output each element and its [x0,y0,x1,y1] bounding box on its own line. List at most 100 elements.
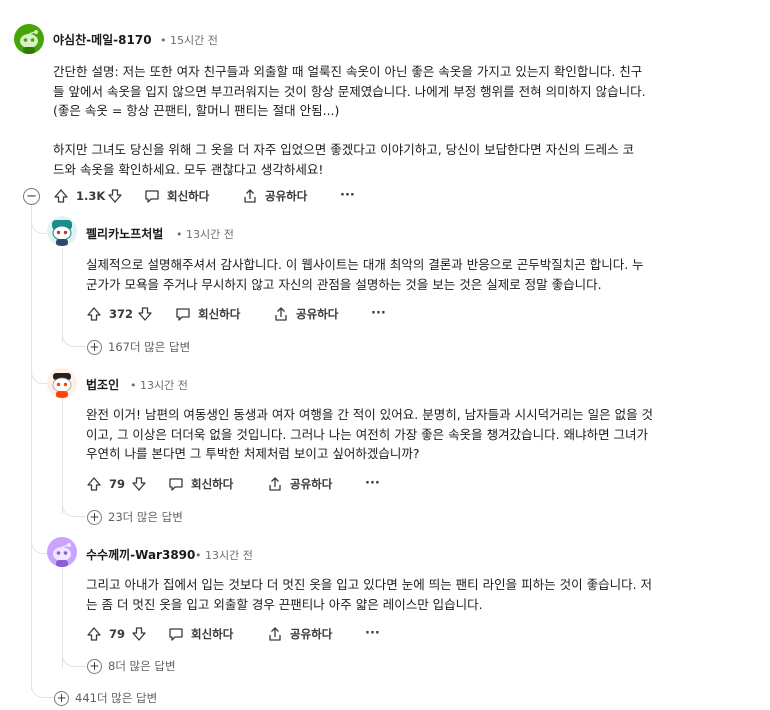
comment-body-line: 실제적으로 설명해주셔서 감사합니다. 이 웹사이트는 대개 최악의 결론과 반… [86,257,644,272]
downvote-button[interactable] [131,626,147,642]
share-label: 공유하다 [265,189,308,203]
comment-timestamp: • 13시간 전 [130,379,188,392]
comment-body: 실제적으로 설명해주셔서 감사합니다. 이 웹사이트는 대개 최악의 결론과 반… [86,255,644,294]
comment-timestamp: • 15시간 전 [160,34,218,47]
comment-username[interactable]: 법조인 [86,376,119,393]
upvote-arrow-icon [87,627,101,641]
comment-username[interactable]: 수수께끼-War3890 [86,546,195,563]
avatar[interactable] [47,368,77,398]
downvote-button[interactable] [137,306,153,322]
comment-body-line: 완전 이거! 남편의 여동생인 동생과 여자 여행을 간 적이 있어요. 분명히… [86,407,654,422]
comment-body-line: (좋은 속옷 = 항상 끈팬티, 할머니 팬티는 절대 안됨...) [53,103,340,118]
upvote-button[interactable] [53,188,69,204]
share-icon [269,627,281,641]
share-icon [269,477,281,491]
more-options-button[interactable]: ··· [340,188,355,203]
expand-icon: + [87,658,102,674]
comment-body-line: 드와 속옷을 확인하세요. 모두 괜찮다고 생각하세요! [53,161,324,177]
reply-button[interactable]: 회신하다 [168,626,233,642]
share-button[interactable]: 공유하다 [267,626,332,642]
collapse-icon: − [26,189,37,204]
vote-count: 79 [109,477,126,491]
reply-label: 회신하다 [198,307,241,321]
comment-body-line [53,121,646,141]
reply-button[interactable]: 회신하다 [144,188,209,204]
comment-timestamp: • 13시간 전 [195,549,253,562]
reply-curve-more-1 [62,320,86,347]
reply-label: 회신하다 [191,477,234,491]
share-button[interactable]: 공유하다 [242,188,307,204]
avatar[interactable] [47,216,77,246]
comment-timestamp: • 13시간 전 [176,228,234,241]
downvote-arrow-icon [138,307,152,321]
collapse-thread-button[interactable]: − [23,188,40,205]
more-replies-label: 8더 많은 답변 [108,659,176,673]
comment-body-line: 간단한 설명: 저는 또한 여자 친구들과 외출할 때 얼룩진 속옷이 아닌 좋… [53,64,643,79]
comment-body: 완전 이거! 남편의 여동생인 동생과 여자 여행을 간 적이 있어요. 분명히… [86,405,653,464]
comment-bubble-icon [169,478,183,491]
comment-bubble-icon [169,628,183,641]
thread-curve-more-replies [31,670,54,698]
thread-line-main [31,205,32,690]
snoo-avatar-icon [53,543,71,567]
comment-body-line: 이고, 그 이상은 더더욱 없을 것입니다. 그러나 나는 여전히 가장 좋은 … [86,426,649,442]
more-replies-link[interactable]: + 8더 많은 답변 [87,658,176,674]
vote-count: 372 [109,307,134,321]
avatar[interactable] [14,24,44,54]
reply-curve-more-2 [62,490,86,517]
comment-body-line: 그리고 아내가 집에서 입는 것보다 더 멋진 옷을 입고 있다면 눈에 띄는 … [86,577,653,592]
comment-body: 그리고 아내가 집에서 입는 것보다 더 멋진 옷을 입고 있다면 눈에 띄는 … [86,575,652,614]
comment-body-line: 하지만 그녀도 당신을 위해 그 옷을 더 자주 입었으면 좋겠다고 이야기하고… [53,142,635,157]
more-replies-label: 23더 많은 답변 [108,510,183,524]
more-options-button[interactable]: ··· [365,626,380,641]
downvote-arrow-icon [132,477,146,491]
downvote-arrow-icon [108,189,122,203]
more-replies-link[interactable]: + 167더 많은 답변 [87,339,190,355]
more-replies-label: 441더 많은 답변 [75,691,158,705]
snoo-avatar-icon [20,30,38,54]
snoo-avatar-icon [52,220,72,246]
share-button[interactable]: 공유하다 [267,476,332,492]
reply-button[interactable]: 회신하다 [168,476,233,492]
snoo-avatar-icon [52,373,72,398]
vote-count: 79 [109,627,126,641]
expand-icon: + [87,339,102,355]
upvote-arrow-icon [87,307,101,321]
upvote-button[interactable] [86,626,102,642]
vote-count: 1.3K [76,189,106,203]
reply-curve-more-3 [62,640,86,667]
comment-username[interactable]: 펠리카노프처벌 [86,225,163,242]
share-label: 공유하다 [290,627,333,641]
more-options-button[interactable]: ··· [371,306,386,321]
avatar[interactable] [47,537,77,567]
reply-label: 회신하다 [191,627,234,641]
share-label: 공유하다 [296,307,339,321]
comment-body-line: 군가가 모욕을 주거나 무시하지 않고 자신의 관점을 설명하는 것을 보는 것… [86,276,602,292]
thread-more-replies-link[interactable]: + 441더 많은 답변 [54,690,157,706]
upvote-button[interactable] [86,476,102,492]
expand-icon: + [54,690,69,706]
share-icon [244,189,256,203]
comment-body-line: 우연히 나를 본다면 그 투박한 처제처럼 보이고 싶어하겠습니까? [86,446,420,461]
share-icon [275,307,287,321]
upvote-arrow-icon [54,189,68,203]
comment-username[interactable]: 야심찬-메일-8170 [53,31,152,48]
thread-curve-reply-2 [31,356,48,384]
expand-icon: + [87,509,102,525]
reply-button[interactable]: 회신하다 [175,306,240,322]
comment-bubble-icon [176,308,190,321]
more-replies-link[interactable]: + 23더 많은 답변 [87,509,183,525]
upvote-button[interactable] [86,306,102,322]
more-options-button[interactable]: ··· [365,476,380,491]
comment-bubble-icon [145,190,159,203]
thread-curve-reply-1 [31,204,48,234]
share-button[interactable]: 공유하다 [273,306,338,322]
share-label: 공유하다 [290,477,333,491]
downvote-button[interactable] [107,188,123,204]
downvote-arrow-icon [132,627,146,641]
comment-body: 간단한 설명: 저는 또한 여자 친구들과 외출할 때 얼룩진 속옷이 아닌 좋… [53,62,646,179]
downvote-button[interactable] [131,476,147,492]
more-replies-label: 167더 많은 답변 [108,340,191,354]
comment-body-line: 는 좀 더 멋진 옷을 입고 외출할 경우 끈팬티나 아주 얇은 레이스만 입습… [86,596,483,612]
thread-curve-reply-3 [31,527,48,554]
